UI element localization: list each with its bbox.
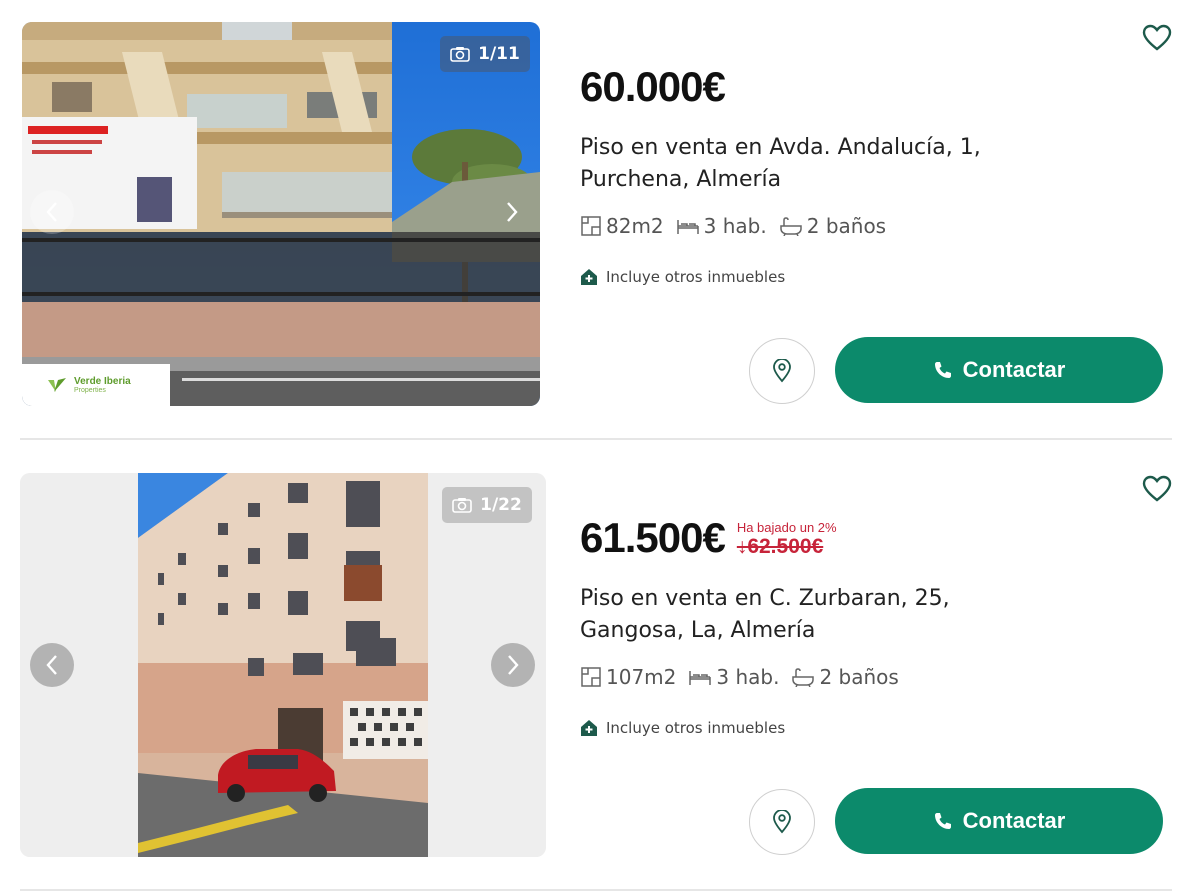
baths-feature: 2 baños bbox=[791, 665, 899, 689]
rooms-feature: 3 hab. bbox=[688, 665, 779, 689]
floor-plan-icon bbox=[581, 216, 601, 236]
area-value: 107m2 bbox=[606, 665, 677, 689]
price-drop-note: Ha bajado un 2% bbox=[736, 520, 837, 535]
heart-icon[interactable] bbox=[1142, 24, 1172, 52]
next-photo-button[interactable] bbox=[491, 643, 535, 687]
contact-label: Contactar bbox=[962, 808, 1066, 833]
features-row: 107m2 3 hab. 2 baños bbox=[580, 665, 911, 689]
leaf-logo-icon bbox=[48, 378, 66, 392]
bathtub-icon bbox=[779, 217, 802, 236]
bed-icon bbox=[676, 220, 699, 234]
prev-photo-button[interactable] bbox=[30, 643, 74, 687]
chevron-right-icon bbox=[508, 655, 519, 675]
includes-text: Incluye otros inmuebles bbox=[606, 268, 786, 286]
building-photo bbox=[20, 473, 546, 857]
price-row: 61.500€ Ha bajado un 2% ↓62.500€ bbox=[580, 513, 837, 563]
property-photo[interactable]: 1/11 Verde Iberia Properties bbox=[22, 22, 540, 406]
agency-subtitle: Properties bbox=[74, 386, 106, 394]
rooms-value: 3 hab. bbox=[716, 665, 780, 689]
agency-name: Verde Iberia bbox=[74, 375, 131, 387]
map-button[interactable] bbox=[749, 338, 815, 404]
price-row: 60.000€ bbox=[580, 62, 726, 112]
features-row: 82m2 3 hab. 2 baños bbox=[580, 214, 898, 238]
listing-title-link[interactable]: Piso en venta en Avda. Andalucía, 1, Pur… bbox=[580, 132, 1050, 196]
photo-counter: 1/11 bbox=[478, 44, 520, 64]
area-feature: 107m2 bbox=[580, 665, 676, 689]
property-photo[interactable]: 1/22 bbox=[20, 473, 546, 857]
listing-divider bbox=[20, 889, 1172, 891]
listing-card[interactable]: 1/22 61.500€ Ha bajado un 2% ↓62.500€ Pi… bbox=[0, 451, 1200, 894]
listing-divider bbox=[20, 438, 1172, 440]
chevron-right-icon bbox=[507, 202, 518, 222]
old-price: ↓62.500€ bbox=[736, 535, 824, 558]
phone-icon bbox=[934, 813, 951, 829]
area-value: 82m2 bbox=[606, 214, 664, 238]
house-plus-icon bbox=[581, 269, 597, 285]
photo-counter-badge: 1/11 bbox=[440, 36, 530, 72]
house-plus-icon bbox=[581, 720, 597, 736]
baths-value: 2 baños bbox=[819, 665, 899, 689]
contact-button[interactable]: Contactar bbox=[835, 337, 1163, 403]
includes-badge: Incluye otros inmuebles bbox=[580, 719, 785, 737]
rooms-feature: 3 hab. bbox=[676, 214, 767, 238]
area-feature: 82m2 bbox=[580, 214, 664, 238]
bathtub-icon bbox=[792, 668, 815, 687]
prev-photo-button[interactable] bbox=[30, 190, 74, 234]
chevron-left-icon bbox=[46, 655, 57, 675]
building-photo bbox=[22, 22, 540, 406]
bed-icon bbox=[689, 671, 712, 685]
baths-value: 2 baños bbox=[806, 214, 887, 238]
agency-logo[interactable]: Verde Iberia Properties bbox=[22, 364, 170, 406]
heart-icon[interactable] bbox=[1142, 475, 1172, 503]
rooms-value: 3 hab. bbox=[703, 214, 767, 238]
chevron-left-icon bbox=[46, 202, 57, 222]
floor-plan-icon bbox=[581, 667, 601, 687]
baths-feature: 2 baños bbox=[779, 214, 886, 238]
listing-card[interactable]: 1/11 Verde Iberia Properties 60.000€ Pis… bbox=[0, 0, 1200, 451]
photo-counter: 1/22 bbox=[480, 495, 522, 515]
price: 60.000€ bbox=[580, 63, 726, 110]
next-photo-button[interactable] bbox=[490, 190, 534, 234]
camera-icon bbox=[452, 498, 472, 513]
photo-counter-badge: 1/22 bbox=[442, 487, 532, 523]
includes-badge: Incluye otros inmuebles bbox=[580, 268, 785, 286]
location-pin-icon bbox=[773, 359, 791, 383]
price-drop-info: Ha bajado un 2% ↓62.500€ bbox=[737, 513, 837, 559]
phone-icon bbox=[934, 362, 951, 378]
contact-label: Contactar bbox=[962, 357, 1066, 382]
includes-text: Incluye otros inmuebles bbox=[606, 719, 786, 737]
price: 61.500€ bbox=[580, 514, 726, 561]
listing-title-link[interactable]: Piso en venta en C. Zurbaran, 25, Gangos… bbox=[580, 583, 1050, 647]
camera-icon bbox=[450, 47, 470, 62]
contact-button[interactable]: Contactar bbox=[835, 788, 1163, 854]
map-button[interactable] bbox=[749, 789, 815, 855]
location-pin-icon bbox=[773, 810, 791, 834]
